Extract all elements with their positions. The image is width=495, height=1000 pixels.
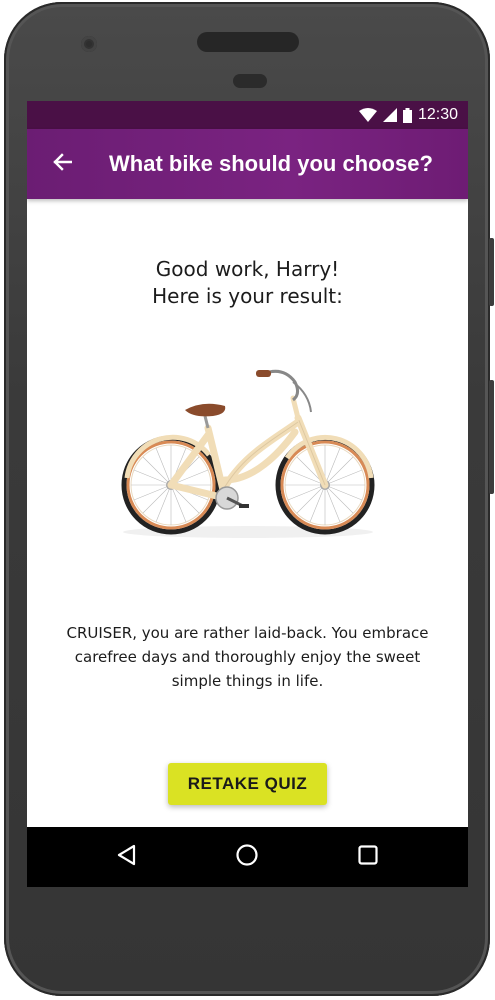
retake-quiz-button[interactable]: RETAKE QUIZ — [167, 763, 328, 805]
navigation-bar — [27, 827, 468, 887]
recents-square-icon — [357, 844, 379, 870]
power-button — [489, 238, 494, 306]
result-description: CRUISER, you are rather laid-back. You e… — [66, 624, 429, 690]
status-time: 12:30 — [417, 106, 458, 123]
home-circle-icon — [235, 843, 259, 871]
result-content: Good work, Harry! Here is your result: C… — [27, 256, 468, 805]
status-bar: 12:30 — [27, 101, 468, 129]
earpiece-speaker — [197, 32, 299, 52]
greeting-text: Good work, Harry! — [155, 257, 340, 281]
wifi-icon — [358, 108, 377, 122]
signal-icon — [382, 108, 397, 122]
app-bar: What bike should you choose? — [27, 129, 468, 199]
back-button[interactable] — [35, 137, 89, 191]
cruiser-bike-image — [113, 360, 383, 545]
result-heading: Good work, Harry! Here is your result: — [27, 256, 468, 310]
nav-recents-button[interactable] — [344, 833, 392, 881]
arrow-back-icon — [52, 152, 73, 176]
volume-button — [489, 380, 494, 494]
back-triangle-icon — [116, 844, 138, 870]
page-title: What bike should you choose? — [109, 151, 433, 176]
nav-back-button[interactable] — [103, 833, 151, 881]
nav-home-button[interactable] — [223, 833, 271, 881]
result-subheading: Here is your result: — [152, 284, 343, 308]
battery-icon — [402, 107, 412, 123]
screen: 12:30 What bike should you choose? Good … — [27, 101, 468, 885]
proximity-sensor — [233, 74, 267, 88]
front-camera — [81, 36, 97, 52]
